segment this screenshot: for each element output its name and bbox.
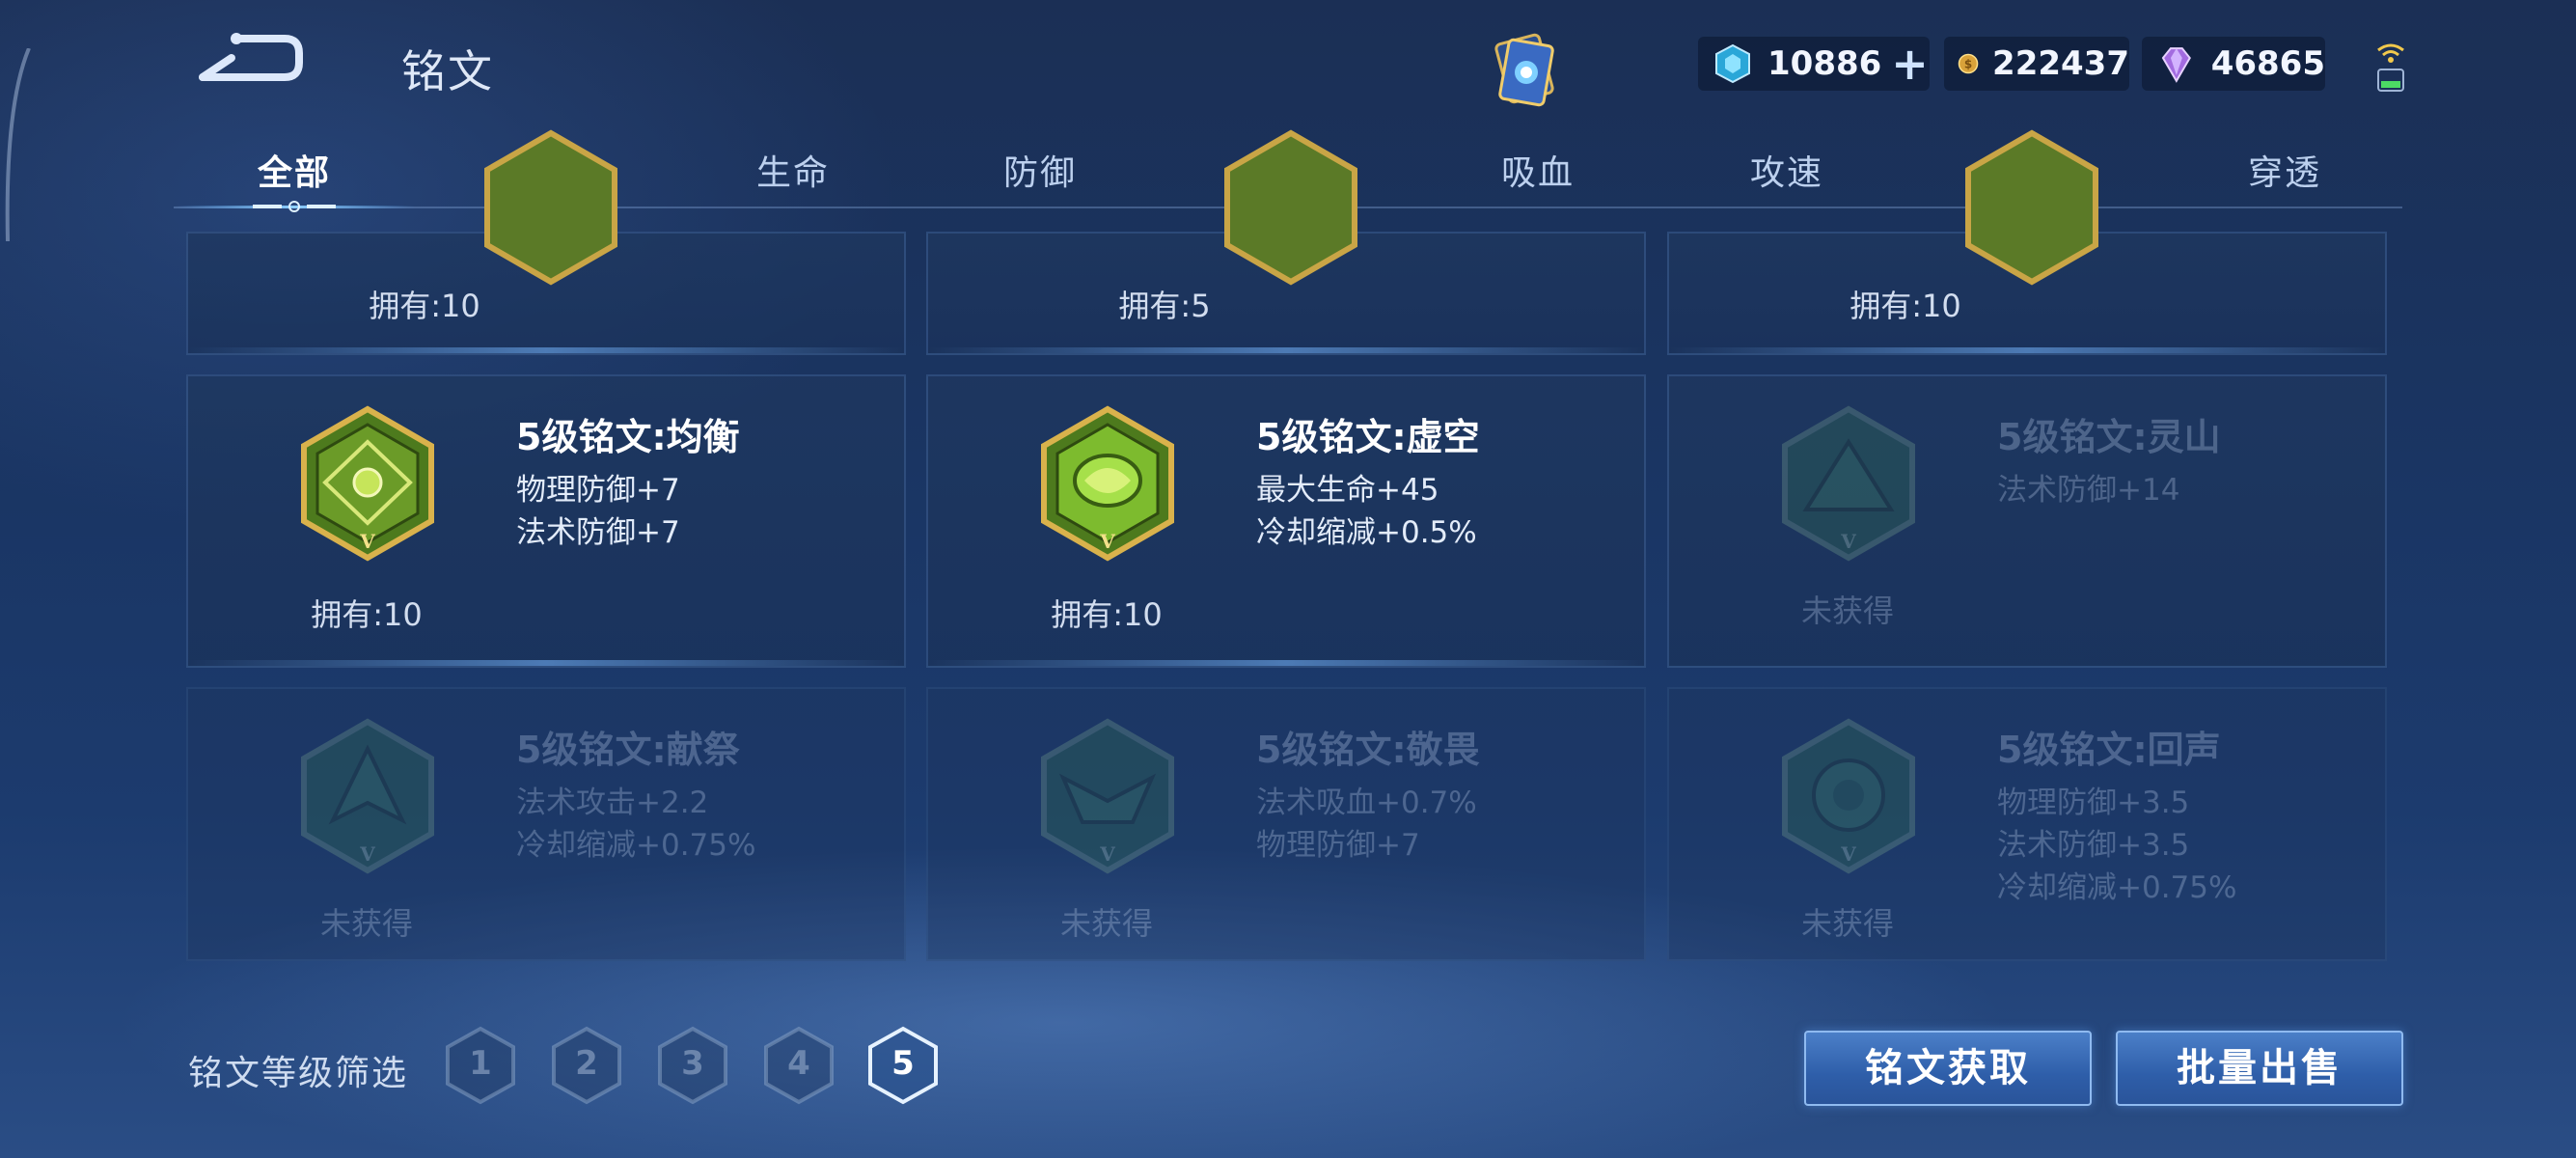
rune-card-balance[interactable]: V 5级铭文:均衡 物理防御+7 法术防御+7 拥有:10 bbox=[186, 374, 906, 668]
rune-void-icon: V bbox=[1041, 405, 1174, 562]
rune-emblem-icon bbox=[1224, 129, 1357, 286]
diamond-coupon-icon bbox=[1715, 43, 1750, 84]
level-filter-4[interactable]: 4 bbox=[762, 1025, 836, 1106]
level-filter-3[interactable]: 3 bbox=[656, 1025, 729, 1106]
level-number: 1 bbox=[469, 1044, 492, 1083]
svg-text:V: V bbox=[359, 842, 375, 866]
rune-card[interactable]: 拥有:10 bbox=[186, 129, 906, 355]
level-filter-2[interactable]: 2 bbox=[550, 1025, 623, 1106]
bulk-sell-button[interactable]: 批量出售 bbox=[2116, 1031, 2403, 1106]
rune-awe-icon: V bbox=[1041, 718, 1174, 874]
gold-coin-icon: $ bbox=[1958, 53, 1979, 74]
level-number: 4 bbox=[787, 1044, 810, 1083]
svg-text:V: V bbox=[1840, 530, 1856, 553]
rune-emblem-icon bbox=[1965, 129, 2098, 286]
rune-attr: 冷却缩减+0.75% bbox=[1997, 870, 2237, 905]
rune-name: 5级铭文:回声 bbox=[1997, 729, 2221, 771]
edge-decoration bbox=[5, 48, 31, 241]
rune-name: 5级铭文:虚空 bbox=[1256, 416, 1480, 458]
level-filter-1[interactable]: 1 bbox=[444, 1025, 517, 1106]
rune-card-awe[interactable]: V 5级铭文:敬畏 法术吸血+0.7% 物理防御+7 未获得 bbox=[926, 687, 1646, 961]
gold-balance: $ 222437 bbox=[1944, 37, 2129, 91]
gem-value: 46865 bbox=[2210, 44, 2325, 83]
rune-attr: 法术吸血+0.7% bbox=[1256, 786, 1477, 820]
rune-attr: 物理防御+7 bbox=[516, 473, 680, 508]
wifi-battery-icon bbox=[2377, 43, 2404, 92]
rune-attr: 法术防御+7 bbox=[516, 515, 680, 550]
back-arrow-icon[interactable] bbox=[193, 29, 304, 91]
page-title: 铭文 bbox=[401, 45, 494, 97]
unobtained-status: 未获得 bbox=[1059, 905, 1153, 942]
svg-text:V: V bbox=[1099, 842, 1115, 866]
level-filter-5[interactable]: 5 bbox=[866, 1025, 940, 1106]
rune-sacrifice-icon: V bbox=[301, 718, 434, 874]
svg-text:$: $ bbox=[1964, 58, 1972, 71]
rune-card-void[interactable]: V 5级铭文:虚空 最大生命+45 冷却缩减+0.5% 拥有:10 bbox=[926, 374, 1646, 668]
rune-attr: 冷却缩减+0.5% bbox=[1256, 515, 1477, 550]
rune-attr: 物理防御+7 bbox=[1256, 828, 1420, 863]
owned-count: 拥有:10 bbox=[1051, 596, 1163, 633]
owned-count: 拥有:10 bbox=[369, 288, 480, 324]
rune-lingshan-icon: V bbox=[1782, 405, 1915, 562]
level-number: 2 bbox=[575, 1044, 598, 1083]
unobtained-status: 未获得 bbox=[1800, 593, 1894, 629]
rune-attr: 法术防御+14 bbox=[1997, 473, 2180, 508]
rune-balance-icon: V bbox=[301, 405, 434, 562]
rune-card-lingshan[interactable]: V 5级铭文:灵山 法术防御+14 未获得 bbox=[1667, 374, 2387, 668]
rune-emblem-icon bbox=[484, 129, 617, 286]
add-coupon-icon[interactable]: + bbox=[1891, 41, 1929, 86]
tab-penetration[interactable]: 穿透 bbox=[2207, 145, 2362, 195]
svg-text:V: V bbox=[1840, 842, 1856, 866]
svg-text:V: V bbox=[1099, 530, 1115, 553]
purple-crystal-icon bbox=[2161, 47, 2191, 83]
rune-name: 5级铭文:灵山 bbox=[1997, 416, 2221, 458]
tab-lifesteal[interactable]: 吸血 bbox=[1461, 145, 1615, 195]
rune-card[interactable]: 拥有:10 bbox=[1667, 129, 2387, 355]
rune-attr: 物理防御+3.5 bbox=[1997, 786, 2190, 820]
rune-card-icon[interactable] bbox=[1481, 29, 1568, 112]
rune-card-echo[interactable]: V 5级铭文:回声 物理防御+3.5 法术防御+3.5 冷却缩减+0.75% 未… bbox=[1667, 687, 2387, 961]
coupon-value: 10886 bbox=[1768, 44, 1882, 83]
rune-attr: 最大生命+45 bbox=[1256, 473, 1439, 508]
tab-attack-speed[interactable]: 攻速 bbox=[1710, 145, 1864, 195]
level-number: 3 bbox=[681, 1044, 704, 1083]
active-tab-indicator bbox=[174, 201, 415, 212]
rune-attr: 法术攻击+2.2 bbox=[516, 786, 709, 820]
owned-count: 拥有:10 bbox=[311, 596, 423, 633]
rune-name: 5级铭文:献祭 bbox=[516, 729, 740, 771]
tab-all[interactable]: 全部 bbox=[217, 145, 371, 195]
rune-name: 5级铭文:敬畏 bbox=[1256, 729, 1480, 771]
level-number: 5 bbox=[891, 1044, 915, 1083]
rune-attr: 法术防御+3.5 bbox=[1997, 828, 2190, 863]
rune-echo-icon: V bbox=[1782, 718, 1915, 874]
coupon-balance: 10886 + bbox=[1698, 37, 1930, 91]
rune-acquire-button[interactable]: 铭文获取 bbox=[1804, 1031, 2092, 1106]
owned-count: 拥有:5 bbox=[1118, 288, 1211, 324]
rune-attr: 冷却缩减+0.75% bbox=[516, 828, 756, 863]
unobtained-status: 未获得 bbox=[319, 905, 413, 942]
svg-text:V: V bbox=[359, 530, 375, 553]
gem-balance: 46865 bbox=[2142, 37, 2325, 91]
tab-health[interactable]: 生命 bbox=[716, 145, 870, 195]
rune-card-sacrifice[interactable]: V 5级铭文:献祭 法术攻击+2.2 冷却缩减+0.75% 未获得 bbox=[186, 687, 906, 961]
unobtained-status: 未获得 bbox=[1800, 905, 1894, 942]
gold-value: 222437 bbox=[1992, 44, 2129, 83]
level-filter-label: 铭文等级筛选 bbox=[188, 1054, 409, 1093]
tab-defense[interactable]: 防御 bbox=[963, 145, 1117, 195]
rune-card[interactable]: 拥有:5 bbox=[926, 129, 1646, 355]
owned-count: 拥有:10 bbox=[1850, 288, 1961, 324]
rune-name: 5级铭文:均衡 bbox=[516, 416, 740, 458]
